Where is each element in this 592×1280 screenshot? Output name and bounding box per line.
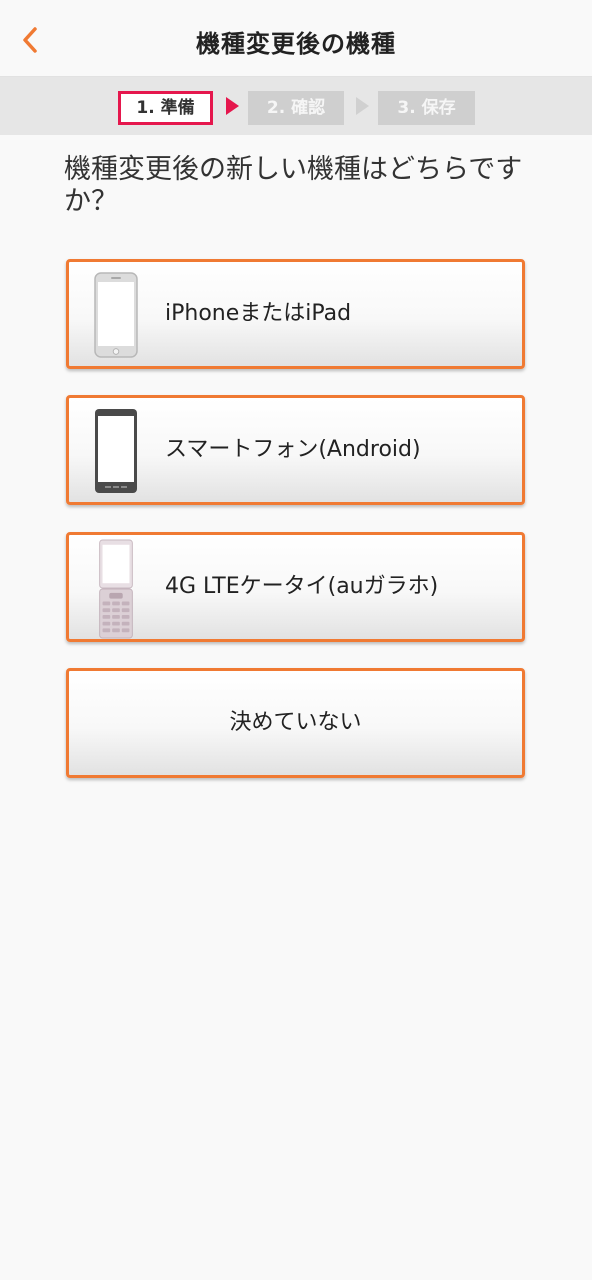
header-bar: 機種変更後の機種 (0, 0, 592, 77)
step-arrow-icon (356, 97, 369, 115)
option-feature-phone-button[interactable]: 4G LTEケータイ(auガラホ) (66, 532, 525, 642)
option-label: スマートフォン(Android) (165, 437, 421, 462)
option-label: 4G LTEケータイ(auガラホ) (165, 574, 439, 599)
option-undecided-button[interactable]: 決めていない (66, 668, 525, 778)
page-title: 機種変更後の機種 (196, 30, 396, 58)
iphone-icon (94, 272, 138, 358)
option-label: 決めていない (229, 710, 362, 735)
question-text: 機種変更後の新しい機種はどちらですか？ (64, 154, 523, 217)
option-label: iPhoneまたはiPad (165, 301, 352, 326)
step-indicator: 1. 準備 2. 確認 3. 保存 (0, 77, 592, 135)
option-android-button[interactable]: スマートフォン(Android) (66, 395, 525, 505)
step-prepare: 1. 準備 (118, 91, 213, 125)
flip-phone-icon (99, 539, 133, 639)
step-save: 3. 保存 (378, 91, 475, 125)
android-phone-icon (95, 409, 137, 493)
step-confirm: 2. 確認 (248, 91, 344, 125)
step-arrow-icon (226, 97, 239, 115)
option-iphone-button[interactable]: iPhoneまたはiPad (66, 259, 525, 369)
